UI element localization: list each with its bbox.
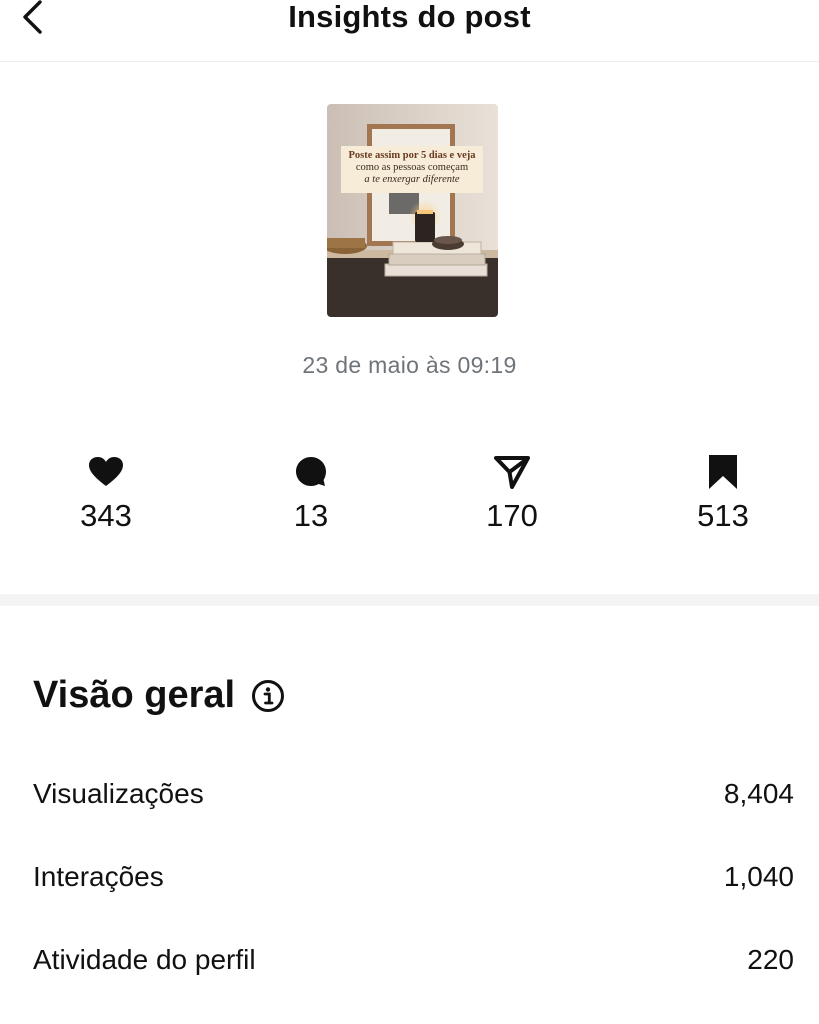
shares-count: 170 xyxy=(486,498,538,533)
comment-icon xyxy=(251,452,371,492)
comments-count: 13 xyxy=(293,498,329,533)
shares-metric[interactable]: 170 xyxy=(452,452,572,534)
row-label: Atividade do perfil xyxy=(33,944,256,975)
comments-metric[interactable]: 13 xyxy=(251,452,371,534)
post-insights-screen: Insights do post Poste assim por 5 dias … xyxy=(0,0,819,1024)
bookmark-icon xyxy=(663,452,783,492)
likes-count: 343 xyxy=(80,498,132,533)
row-value: 8,404 xyxy=(723,778,794,809)
overview-row-interactions[interactable]: Interações 1,040 xyxy=(33,860,794,894)
share-icon xyxy=(452,452,572,492)
caption-line-1: Poste assim por 5 dias e veja xyxy=(348,150,476,161)
header: Insights do post xyxy=(0,0,819,62)
page-title: Insights do post xyxy=(288,0,531,34)
caption-line-2: como as pessoas começam xyxy=(355,162,469,173)
info-icon[interactable] xyxy=(251,679,285,713)
saves-metric[interactable]: 513 xyxy=(663,452,783,534)
saves-count: 513 xyxy=(697,498,749,533)
overview-row-views[interactable]: Visualizações 8,404 xyxy=(33,777,794,811)
row-label: Interações xyxy=(33,861,164,892)
caption-line-3: a te enxergar diferente xyxy=(364,174,460,185)
post-image xyxy=(327,104,498,317)
row-label: Visualizações xyxy=(33,778,204,809)
post-date: 23 de maio às 09:19 xyxy=(302,352,517,378)
overview-section-title: Visão geral xyxy=(33,674,285,717)
post-thumbnail[interactable]: Poste assim por 5 dias e veja como as pe… xyxy=(327,104,498,317)
section-divider xyxy=(0,594,819,606)
heart-icon xyxy=(46,452,166,492)
row-value: 220 xyxy=(747,944,794,975)
likes-metric[interactable]: 343 xyxy=(46,452,166,534)
overview-row-profile-activity[interactable]: Atividade do perfil 220 xyxy=(33,943,794,977)
row-value: 1,040 xyxy=(723,861,794,892)
thumbnail-caption: Poste assim por 5 dias e veja como as pe… xyxy=(341,146,483,193)
overview-title: Visão geral xyxy=(33,674,236,716)
